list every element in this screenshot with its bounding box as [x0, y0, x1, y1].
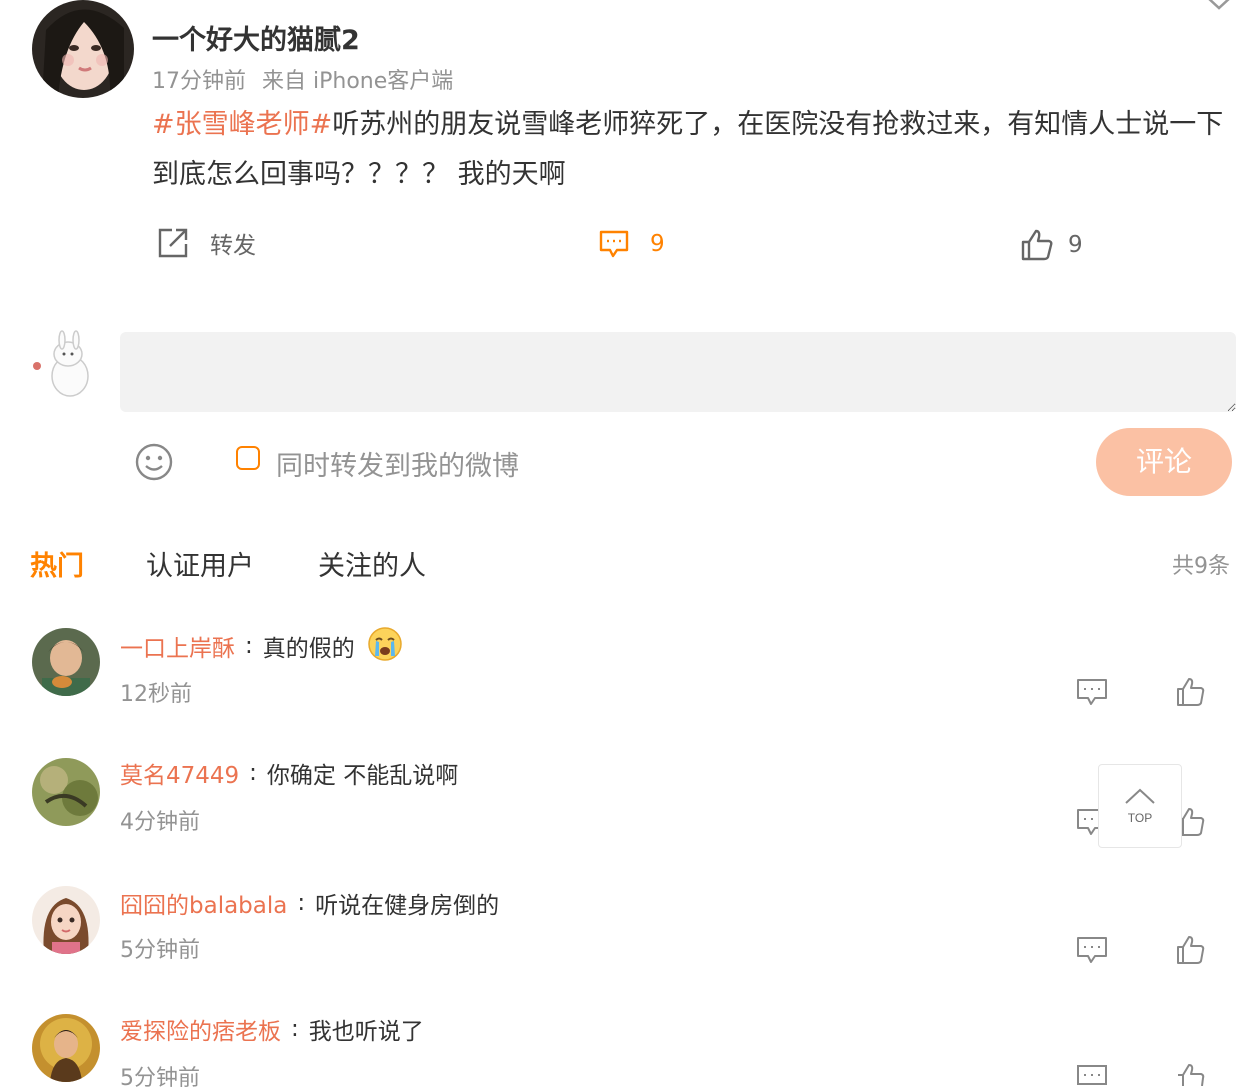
comment-user-link[interactable]: 爱探险的痞老板: [120, 1012, 281, 1046]
submit-comment-button[interactable]: 评论: [1096, 428, 1232, 496]
comment-line: 囧囧的balabala : 听说在健身房倒的: [120, 886, 499, 920]
comment-user-link[interactable]: 一口上岸酥: [120, 629, 235, 663]
back-to-top-button[interactable]: TOP: [1098, 764, 1182, 848]
comment-time: 5分钟前: [120, 938, 200, 963]
my-avatar[interactable]: [30, 330, 96, 400]
comment-time: 12秒前: [120, 682, 192, 707]
comment-like-icon[interactable]: [1176, 934, 1206, 970]
back-to-top-label: TOP: [1127, 811, 1153, 825]
comment-avatar[interactable]: [32, 1014, 100, 1082]
comment-total: 共9条: [1172, 554, 1230, 579]
comment-count: 9: [650, 231, 665, 257]
comment-icon: [598, 228, 630, 260]
post-content: #张雪峰老师#听苏州的朋友说雪峰老师猝死了，在医院没有抢救过来，有知情人士说一下…: [152, 100, 1232, 200]
post-author-name[interactable]: 一个好大的猫腻2: [152, 18, 360, 57]
post-menu-chevron-icon[interactable]: [1204, 0, 1234, 16]
comment-colon: :: [297, 890, 306, 916]
comment-button[interactable]: 9: [598, 228, 665, 260]
chevron-up-icon: [1099, 787, 1181, 809]
repost-checkbox-label[interactable]: 同时转发到我的微博: [276, 444, 519, 483]
comment-line: 一口上岸酥 : 真的假的: [120, 626, 403, 666]
post-source: 来自 iPhone客户端: [262, 69, 454, 94]
repost-label: 转发: [210, 233, 256, 259]
comment-reply-icon[interactable]: [1076, 678, 1108, 712]
comment-avatar[interactable]: [32, 758, 100, 826]
repost-button[interactable]: 转发: [156, 226, 256, 260]
comment-text: 真的假的: [262, 636, 355, 662]
post-author-avatar[interactable]: [32, 0, 134, 98]
comment-user-link[interactable]: 囧囧的balabala: [120, 886, 287, 920]
comment-time: 5分钟前: [120, 1066, 200, 1091]
comment-avatar[interactable]: [32, 628, 100, 696]
post-topic-link[interactable]: #张雪峰老师#: [152, 109, 332, 140]
comment-text: 我也听说了: [308, 1019, 424, 1045]
comment-line: 莫名47449 : 你确定 不能乱说啊: [120, 756, 458, 790]
share-icon: [156, 226, 190, 260]
comment-input[interactable]: [120, 332, 1236, 412]
tab-hot[interactable]: 热门: [30, 544, 84, 583]
repost-checkbox[interactable]: [236, 446, 260, 470]
comment-colon: :: [249, 760, 257, 786]
comment-text: 你确定 不能乱说啊: [266, 763, 459, 789]
comment-avatar[interactable]: [32, 886, 100, 954]
comment-time: 4分钟前: [120, 810, 200, 835]
emoji-picker-icon[interactable]: [134, 442, 174, 486]
comment-user-link[interactable]: 莫名47449: [120, 756, 239, 790]
comment-colon: :: [245, 633, 253, 659]
thumbs-up-icon: [1020, 228, 1054, 262]
comment-like-icon[interactable]: [1176, 676, 1206, 712]
tab-verified-users[interactable]: 认证用户: [146, 544, 254, 583]
like-button[interactable]: 9: [1020, 228, 1083, 262]
post-time: 17分钟前: [152, 69, 246, 94]
post-meta: 17分钟前 来自 iPhone客户端: [152, 63, 453, 95]
comment-text: 听说在健身房倒的: [315, 893, 500, 919]
comment-colon: :: [291, 1016, 299, 1042]
comment-reply-icon[interactable]: [1076, 936, 1108, 970]
comment-line: 爱探险的痞老板 : 我也听说了: [120, 1012, 424, 1046]
comment-reply-icon[interactable]: [1076, 1064, 1108, 1090]
like-count: 9: [1068, 232, 1083, 258]
crying-face-icon: [367, 626, 403, 666]
tab-following[interactable]: 关注的人: [318, 544, 426, 583]
